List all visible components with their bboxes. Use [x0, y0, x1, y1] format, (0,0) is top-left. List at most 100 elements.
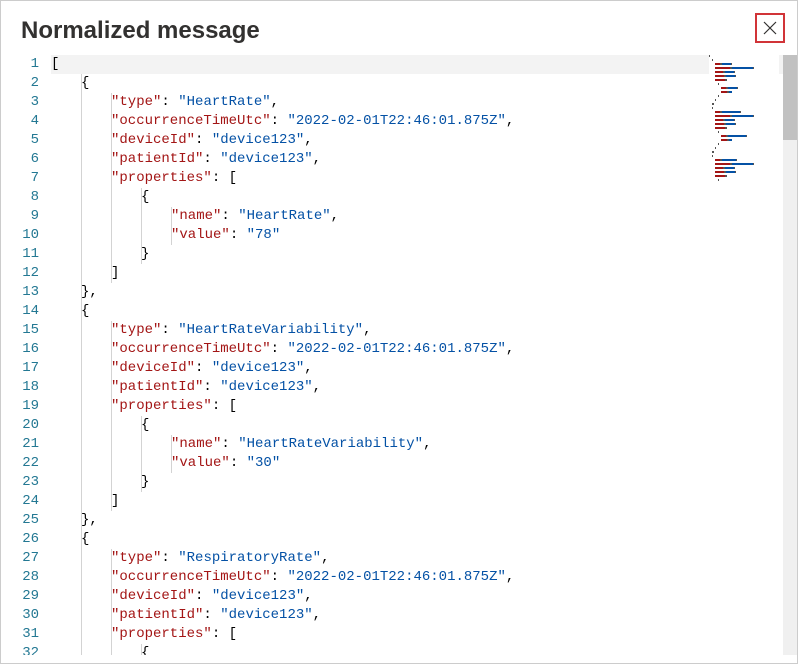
minimap-line	[709, 175, 779, 178]
minimap-line	[709, 91, 779, 94]
minimap-line	[709, 115, 779, 118]
line-number: 22	[1, 454, 39, 473]
minimap-line	[709, 155, 779, 158]
scrollbar-thumb[interactable]	[783, 55, 797, 140]
line-number: 6	[1, 150, 39, 169]
code-line: "patientId": "device123",	[51, 150, 797, 169]
vertical-scrollbar[interactable]	[783, 55, 797, 655]
line-number: 2	[1, 74, 39, 93]
minimap-line	[709, 159, 779, 162]
code-line: "deviceId": "device123",	[51, 131, 797, 150]
line-number: 1	[1, 55, 39, 74]
line-number: 7	[1, 169, 39, 188]
minimap-line	[709, 87, 779, 90]
minimap-line	[709, 147, 779, 150]
minimap-line	[709, 67, 779, 70]
code-line: "occurrenceTimeUtc": "2022-02-01T22:46:0…	[51, 340, 797, 359]
code-editor[interactable]: 1234567891011121314151617181920212223242…	[1, 55, 797, 655]
minimap[interactable]	[709, 55, 779, 655]
code-line: "properties": [	[51, 397, 797, 416]
code-line: "type": "HeartRateVariability",	[51, 321, 797, 340]
code-line: ]	[51, 264, 797, 283]
line-number: 17	[1, 359, 39, 378]
line-number: 9	[1, 207, 39, 226]
line-number: 29	[1, 587, 39, 606]
minimap-line	[709, 163, 779, 166]
line-number: 18	[1, 378, 39, 397]
line-number: 12	[1, 264, 39, 283]
minimap-line	[709, 123, 779, 126]
code-line: "properties": [	[51, 169, 797, 188]
code-line: "value": "78"	[51, 226, 797, 245]
code-line: "deviceId": "device123",	[51, 359, 797, 378]
line-number: 10	[1, 226, 39, 245]
minimap-line	[709, 131, 779, 134]
code-line: "type": "RespiratoryRate",	[51, 549, 797, 568]
code-line: {	[51, 416, 797, 435]
code-line: "name": "HeartRate",	[51, 207, 797, 226]
minimap-line	[709, 151, 779, 154]
minimap-line	[709, 103, 779, 106]
close-icon	[763, 21, 777, 35]
line-number: 5	[1, 131, 39, 150]
line-number: 24	[1, 492, 39, 511]
minimap-line	[709, 179, 779, 182]
line-number: 21	[1, 435, 39, 454]
line-number-gutter: 1234567891011121314151617181920212223242…	[1, 55, 51, 655]
minimap-line	[709, 59, 779, 62]
code-line: "patientId": "device123",	[51, 378, 797, 397]
line-number: 13	[1, 283, 39, 302]
dialog-header: Normalized message	[1, 1, 797, 55]
line-number: 20	[1, 416, 39, 435]
minimap-line	[709, 99, 779, 102]
minimap-line	[709, 127, 779, 130]
minimap-line	[709, 143, 779, 146]
code-line: {	[51, 530, 797, 549]
code-line: "value": "30"	[51, 454, 797, 473]
code-line: "properties": [	[51, 625, 797, 644]
minimap-line	[709, 71, 779, 74]
line-number: 28	[1, 568, 39, 587]
code-line: {	[51, 74, 797, 93]
code-line: "deviceId": "device123",	[51, 587, 797, 606]
line-number: 25	[1, 511, 39, 530]
close-button[interactable]	[755, 13, 785, 43]
code-content[interactable]: [{"type": "HeartRate","occurrenceTimeUtc…	[51, 55, 797, 655]
minimap-line	[709, 79, 779, 82]
code-line: "occurrenceTimeUtc": "2022-02-01T22:46:0…	[51, 568, 797, 587]
minimap-line	[709, 119, 779, 122]
minimap-line	[709, 83, 779, 86]
line-number: 31	[1, 625, 39, 644]
code-line: "name": "HeartRateVariability",	[51, 435, 797, 454]
line-number: 3	[1, 93, 39, 112]
line-number: 4	[1, 112, 39, 131]
minimap-line	[709, 135, 779, 138]
code-line: ]	[51, 492, 797, 511]
minimap-line	[709, 167, 779, 170]
line-number: 14	[1, 302, 39, 321]
dialog-title: Normalized message	[21, 17, 260, 45]
minimap-line	[709, 139, 779, 142]
code-line: "type": "HeartRate",	[51, 93, 797, 112]
minimap-line	[709, 95, 779, 98]
code-line: {	[51, 644, 797, 655]
line-number: 27	[1, 549, 39, 568]
minimap-line	[709, 75, 779, 78]
line-number: 8	[1, 188, 39, 207]
code-line: "patientId": "device123",	[51, 606, 797, 625]
minimap-line	[709, 63, 779, 66]
minimap-line	[709, 107, 779, 110]
code-line: {	[51, 302, 797, 321]
line-number: 23	[1, 473, 39, 492]
code-line: },	[51, 283, 797, 302]
code-line: "occurrenceTimeUtc": "2022-02-01T22:46:0…	[51, 112, 797, 131]
code-line: },	[51, 511, 797, 530]
code-line: }	[51, 473, 797, 492]
code-line: [	[51, 55, 797, 74]
minimap-line	[709, 55, 779, 58]
line-number: 26	[1, 530, 39, 549]
code-line: }	[51, 245, 797, 264]
line-number: 30	[1, 606, 39, 625]
line-number: 32	[1, 644, 39, 655]
line-number: 11	[1, 245, 39, 264]
